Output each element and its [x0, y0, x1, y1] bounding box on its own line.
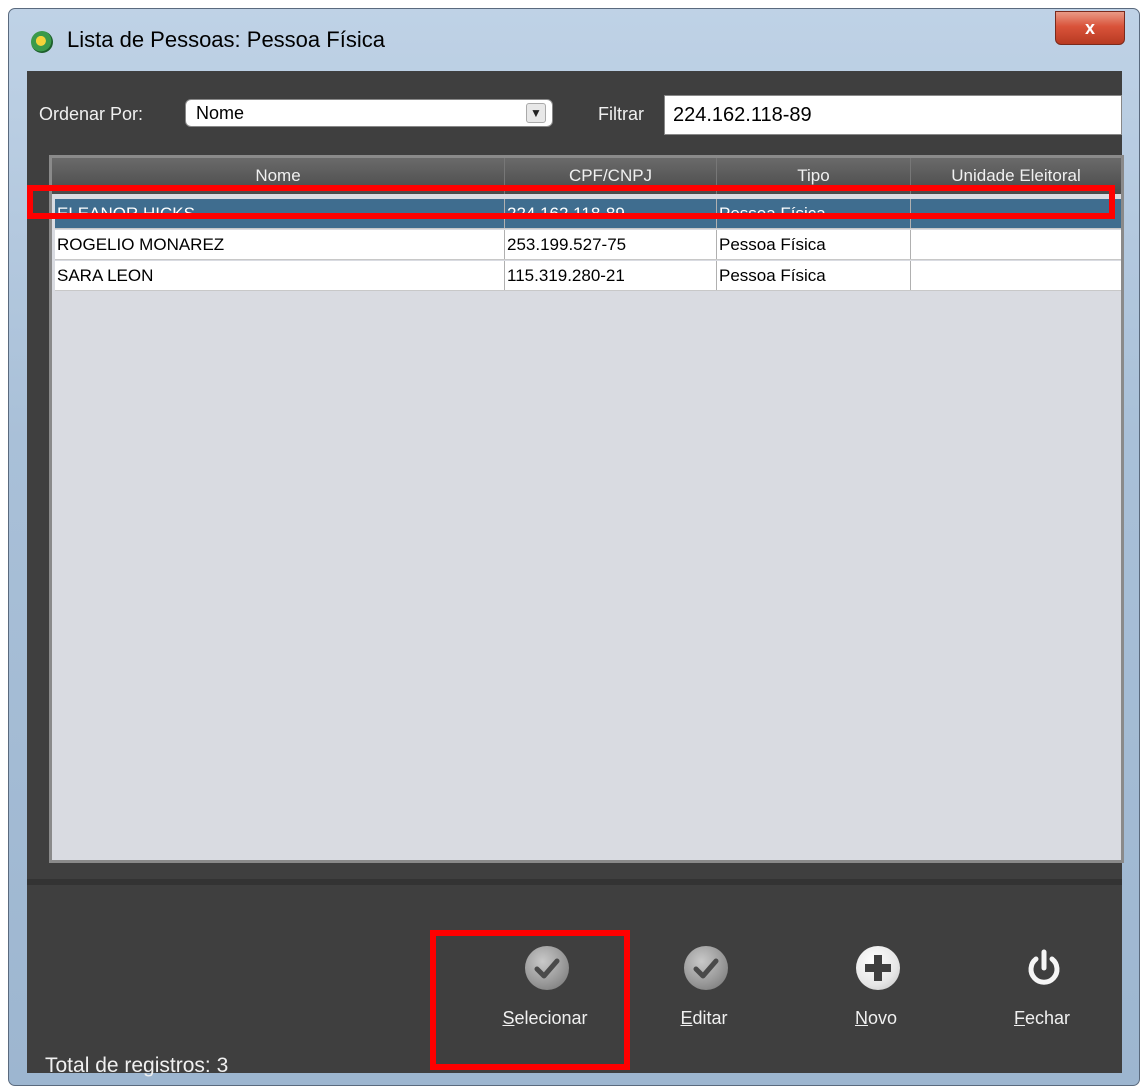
app-emblem-icon	[31, 31, 53, 53]
cell-cpf: 253.199.527-75	[505, 230, 717, 259]
cell-tipo: Pessoa Física	[717, 261, 911, 290]
total-records: Total de registros: 3	[45, 1054, 228, 1078]
fechar-button[interactable]: Fechar	[987, 946, 1097, 1056]
chevron-down-icon[interactable]: ▼	[526, 103, 546, 123]
window-title: Lista de Pessoas: Pessoa Física	[67, 27, 385, 52]
footer-divider	[27, 879, 1122, 885]
novo-label: Novo	[854, 1008, 898, 1028]
cell-cpf: 115.319.280-21	[505, 261, 717, 290]
order-by-value: Nome	[196, 103, 245, 123]
cell-unidade	[911, 261, 1121, 290]
button-highlight-annotation	[430, 930, 630, 1070]
novo-button[interactable]: Novo	[821, 946, 931, 1056]
person-list-window: Lista de Pessoas: Pessoa Física x Ordena…	[8, 8, 1140, 1086]
editar-label: Editar	[680, 1008, 728, 1028]
filter-label: Filtrar	[598, 104, 644, 124]
order-by-label: Ordenar Por:	[39, 104, 144, 124]
title-bar[interactable]: Lista de Pessoas: Pessoa Física x	[9, 9, 1139, 71]
total-records-value: 3	[216, 1054, 229, 1077]
content-panel: Ordenar Por: Nome ▼ Filtrar Nome CPF/CNP…	[27, 71, 1124, 1077]
table-row[interactable]: ROGELIO MONAREZ 253.199.527-75 Pessoa Fí…	[55, 230, 1121, 260]
power-icon	[1022, 946, 1066, 990]
editar-button[interactable]: Editar	[649, 946, 759, 1056]
check-icon	[684, 946, 728, 990]
cell-nome: SARA LEON	[55, 261, 505, 290]
order-by-select[interactable]: Nome ▼	[185, 99, 553, 127]
results-table: Nome CPF/CNPJ Tipo Unidade Eleitoral ELE…	[49, 155, 1124, 863]
filter-input[interactable]	[664, 95, 1122, 135]
fechar-label: Fechar	[1013, 1008, 1071, 1028]
row-highlight-annotation	[27, 185, 1115, 219]
close-button[interactable]: x	[1055, 11, 1125, 45]
cell-unidade	[911, 230, 1121, 259]
cell-nome: ROGELIO MONAREZ	[55, 230, 505, 259]
plus-icon	[856, 946, 900, 990]
total-records-label: Total de registros:	[45, 1054, 211, 1077]
cell-tipo: Pessoa Física	[717, 230, 911, 259]
table-row[interactable]: SARA LEON 115.319.280-21 Pessoa Física	[55, 261, 1121, 291]
